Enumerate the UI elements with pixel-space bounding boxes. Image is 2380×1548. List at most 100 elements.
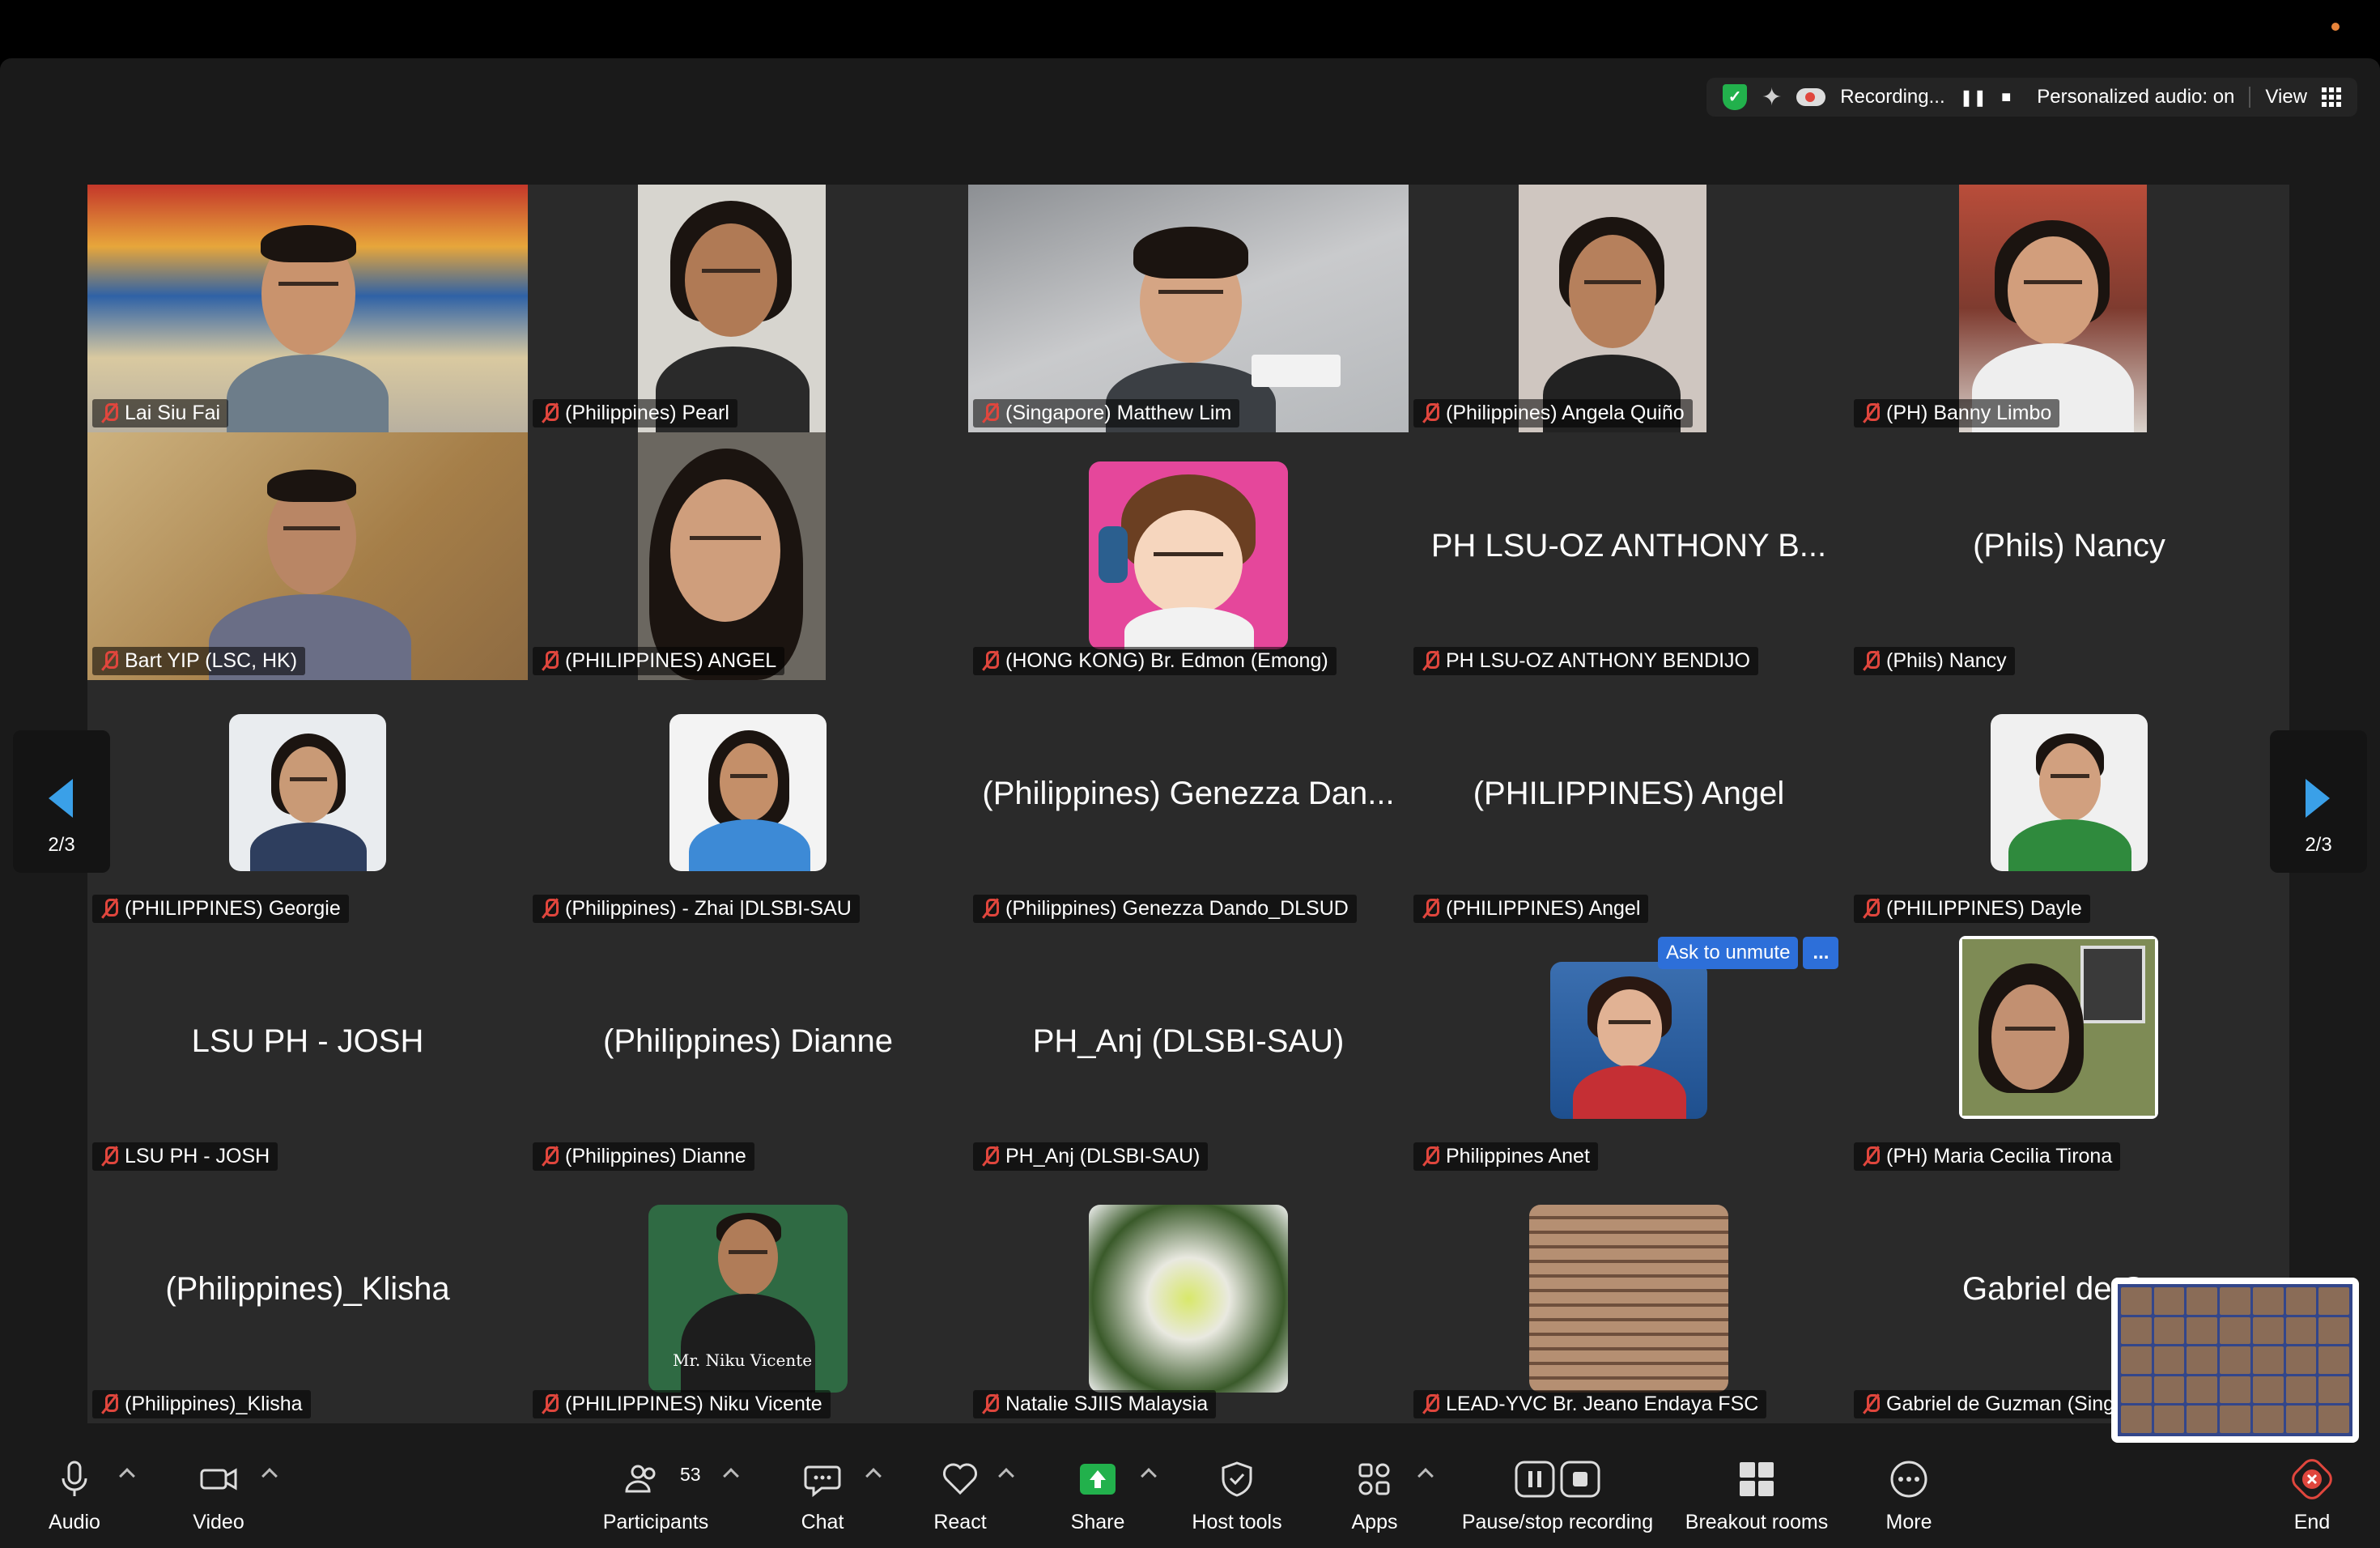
apps-options-caret[interactable]: [1417, 1468, 1434, 1484]
participant-name: PH LSU-OZ ANTHONY BENDIJO: [1413, 647, 1758, 675]
participant-tile[interactable]: LEAD-YVC Br. Jeano Endaya FSC: [1409, 1176, 1849, 1423]
participant-tile[interactable]: (PH) Banny Limbo: [1849, 185, 2289, 432]
participant-tile[interactable]: Lai Siu Fai: [87, 185, 528, 432]
participant-tile[interactable]: PH LSU-OZ ANTHONY B... PH LSU-OZ ANTHONY…: [1409, 432, 1849, 680]
breakout-rooms-icon: [1740, 1462, 1774, 1496]
share-options-caret[interactable]: [1141, 1468, 1157, 1484]
participant-video: [968, 185, 1409, 432]
muted-mic-icon: [981, 402, 999, 423]
pause-recording-icon[interactable]: ❚❚: [1960, 87, 1987, 108]
participant-video: [638, 185, 826, 432]
muted-mic-icon: [1862, 1393, 1880, 1414]
participant-tile[interactable]: (Philippines) Dianne (Philippines) Diann…: [528, 928, 968, 1176]
participant-tile[interactable]: (HONG KONG) Br. Edmon (Emong): [968, 432, 1409, 680]
gallery-view-icon[interactable]: [2322, 87, 2341, 107]
muted-mic-icon: [1862, 402, 1880, 423]
participant-tile[interactable]: (PHILIPPINES) Angel (PHILIPPINES) Angel: [1409, 680, 1849, 928]
chat-button[interactable]: Chat: [782, 1438, 863, 1548]
participant-tile[interactable]: (Philippines) Genezza Dan... (Philippine…: [968, 680, 1409, 928]
microphone-icon: [62, 1461, 87, 1496]
muted-mic-icon: [1422, 650, 1439, 671]
muted-mic-icon: [541, 1393, 559, 1414]
muted-mic-icon: [1422, 1393, 1439, 1414]
page-indicator: 2/3: [2305, 834, 2332, 856]
participant-tile[interactable]: (PHILIPPINES) Georgie: [87, 680, 528, 928]
participant-name: LSU PH - JOSH: [92, 1142, 278, 1171]
meeting-status-bar: ✓ ✦ Recording... ❚❚ ■ Personalized audio…: [1706, 78, 2357, 117]
participant-tile[interactable]: (Philippines) - Zhai |DLSBI-SAU: [528, 680, 968, 928]
arrow-right-icon: [2306, 779, 2330, 818]
participant-tile[interactable]: (Philippines)_Klisha (Philippines)_Klish…: [87, 1176, 528, 1423]
participant-tile[interactable]: (Philippines) Angela Quiño: [1409, 185, 1849, 432]
participant-name: (Philippines) Angela Quiño: [1413, 399, 1693, 427]
participants-button[interactable]: 53 Participants: [591, 1438, 720, 1548]
active-speaker-frame: [1959, 936, 2158, 1119]
participant-tile[interactable]: (PHILIPPINES) Dayle: [1849, 680, 2289, 928]
participant-display-name: PH LSU-OZ ANTHONY B...: [1430, 528, 1827, 563]
muted-mic-icon: [981, 1146, 999, 1167]
encryption-shield-icon[interactable]: ✓: [1723, 84, 1748, 110]
audio-button[interactable]: Audio: [32, 1438, 117, 1548]
end-call-icon: [2292, 1459, 2332, 1499]
more-icon: [1890, 1461, 1927, 1498]
system-top-bar: [0, 0, 2380, 58]
participant-tile[interactable]: (PH) Maria Cecilia Tirona: [1849, 928, 2289, 1176]
camera-indicator-dot: [2331, 23, 2340, 31]
previous-page-button[interactable]: 2/3: [13, 730, 110, 873]
ask-to-unmute-button[interactable]: Ask to unmute: [1658, 937, 1799, 969]
participant-tile[interactable]: (Singapore) Matthew Lim: [968, 185, 1409, 432]
participants-options-caret[interactable]: [723, 1468, 739, 1484]
shield-icon: [1222, 1461, 1252, 1497]
breakout-rooms-button[interactable]: Breakout rooms: [1679, 1438, 1834, 1548]
participant-hover-actions: Ask to unmute ...: [1658, 937, 1839, 969]
more-button[interactable]: More: [1868, 1438, 1949, 1548]
participant-tile[interactable]: (Philippines) Pearl: [528, 185, 968, 432]
participant-name: (PH) Banny Limbo: [1854, 399, 2060, 427]
participant-video: [87, 432, 528, 680]
participant-avatar: [1089, 461, 1288, 649]
audio-options-caret[interactable]: [119, 1468, 135, 1484]
view-button-label[interactable]: View: [2265, 86, 2307, 108]
participant-display-name: LSU PH - JOSH: [191, 1023, 424, 1059]
participant-tile[interactable]: (PHILIPPINES) ANGEL: [528, 432, 968, 680]
chat-bubble-icon: [804, 1465, 841, 1498]
participant-tile[interactable]: LSU PH - JOSH LSU PH - JOSH: [87, 928, 528, 1176]
participant-tile[interactable]: Mr. Niku Vicente (PHILIPPINES) Niku Vice…: [528, 1176, 968, 1423]
chat-options-caret[interactable]: [865, 1468, 882, 1484]
participant-name: (PHILIPPINES) Georgie: [92, 895, 349, 923]
participant-avatar: Mr. Niku Vicente: [648, 1205, 848, 1393]
video-options-caret[interactable]: [261, 1468, 278, 1484]
more-options-button[interactable]: ...: [1803, 937, 1839, 969]
pause-stop-recording-button[interactable]: Pause/stop recording: [1457, 1438, 1658, 1548]
react-button[interactable]: React: [920, 1438, 1001, 1548]
participant-name: (Philippines) Genezza Dando_DLSUD: [973, 895, 1357, 923]
apps-button[interactable]: Apps: [1334, 1438, 1415, 1548]
participant-name: Bart YIP (LSC, HK): [92, 647, 306, 675]
ai-companion-icon[interactable]: ✦: [1762, 83, 1782, 112]
screen-share-thumbnail[interactable]: [2111, 1278, 2359, 1443]
participant-tile[interactable]: (Phils) Nancy (Phils) Nancy: [1849, 432, 2289, 680]
participants-icon: [625, 1465, 656, 1493]
share-button[interactable]: Share: [1057, 1438, 1138, 1548]
participants-count: 53: [680, 1464, 701, 1485]
muted-mic-icon: [1422, 1146, 1439, 1167]
host-tools-button[interactable]: Host tools: [1182, 1438, 1292, 1548]
react-options-caret[interactable]: [998, 1468, 1014, 1484]
personalized-audio-status[interactable]: Personalized audio: on: [2037, 86, 2234, 108]
participant-avatar: [1991, 714, 2148, 871]
cloud-recording-icon: [1796, 88, 1826, 106]
end-meeting-button[interactable]: End: [2272, 1438, 2352, 1548]
participant-display-name: (Phils) Nancy: [1973, 528, 2165, 563]
muted-mic-icon: [541, 650, 559, 671]
muted-mic-icon: [981, 1393, 999, 1414]
muted-mic-icon: [1862, 1146, 1880, 1167]
participant-tile[interactable]: PH_Anj (DLSBI-SAU) PH_Anj (DLSBI-SAU): [968, 928, 1409, 1176]
next-page-button[interactable]: 2/3: [2270, 730, 2367, 873]
participant-tile[interactable]: Bart YIP (LSC, HK): [87, 432, 528, 680]
participant-name: (Singapore) Matthew Lim: [973, 399, 1240, 427]
stop-recording-icon[interactable]: ■: [2001, 88, 2011, 107]
avatar-caption: Mr. Niku Vicente: [673, 1350, 813, 1370]
participant-avatar: [1089, 1205, 1288, 1393]
video-button[interactable]: Video: [178, 1438, 259, 1548]
participant-tile[interactable]: Natalie SJIIS Malaysia: [968, 1176, 1409, 1423]
